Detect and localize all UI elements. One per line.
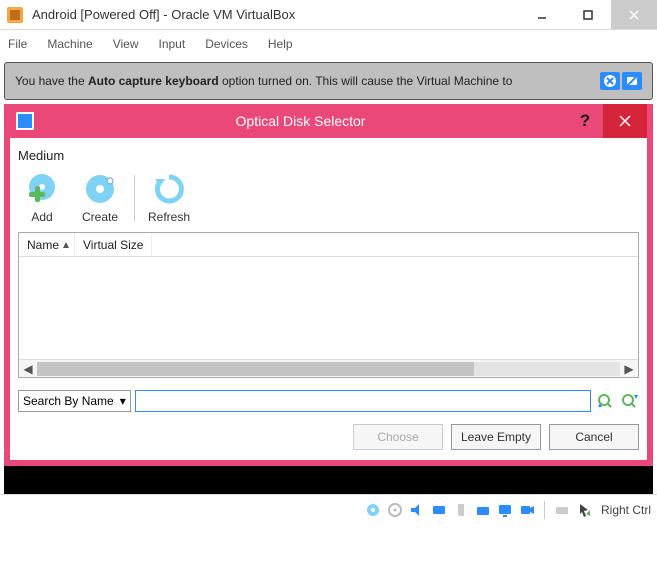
choose-button[interactable]: Choose (353, 424, 443, 450)
media-table-body (19, 257, 638, 359)
create-disk-icon (82, 171, 118, 207)
add-button[interactable]: Add (18, 171, 66, 224)
leave-empty-button[interactable]: Leave Empty (451, 424, 541, 450)
menu-help[interactable]: Help (268, 37, 293, 51)
mouse-capture-icon[interactable] (575, 501, 593, 519)
maximize-button[interactable] (565, 0, 611, 29)
horizontal-scrollbar[interactable]: ◀ ▶ (19, 359, 638, 377)
media-table[interactable]: Name Virtual Size ◀ ▶ (18, 232, 639, 378)
vm-display-area (4, 466, 653, 494)
menu-file[interactable]: File (8, 37, 27, 51)
dialog-close-button[interactable] (603, 104, 647, 138)
optical-disk-selector-dialog: Optical Disk Selector ? Medium Add Creat… (4, 104, 653, 466)
dialog-title: Optical Disk Selector (34, 113, 567, 129)
dialog-app-icon (16, 112, 34, 130)
menu-devices[interactable]: Devices (205, 37, 248, 51)
search-input[interactable] (135, 390, 591, 412)
menubar: File Machine View Input Devices Help (0, 30, 657, 58)
usb-icon[interactable] (452, 501, 470, 519)
menu-input[interactable]: Input (159, 37, 186, 51)
toolbar-separator (134, 175, 135, 221)
create-button[interactable]: Create (76, 171, 124, 224)
column-header-name[interactable]: Name (19, 233, 75, 256)
notification-suppress-icon[interactable] (622, 72, 642, 90)
add-button-label: Add (31, 210, 52, 224)
add-disk-icon (24, 171, 60, 207)
statusbar: Right Ctrl (0, 494, 657, 524)
refresh-icon (151, 171, 187, 207)
optical-disk-icon[interactable] (386, 501, 404, 519)
notification-dismiss-icon[interactable] (600, 72, 620, 90)
dialog-help-button[interactable]: ? (567, 111, 603, 131)
keyboard-capture-icon[interactable] (553, 501, 571, 519)
create-button-label: Create (82, 210, 118, 224)
notification-text-prefix: You have the (15, 74, 88, 88)
column-header-virtual-size[interactable]: Virtual Size (75, 233, 152, 256)
host-key-label: Right Ctrl (601, 503, 651, 517)
recording-icon[interactable] (518, 501, 536, 519)
dialog-toolbar: Add Create Refresh (18, 169, 639, 232)
virtualbox-app-icon (6, 6, 24, 24)
keyboard-capture-notification: You have the Auto capture keyboard optio… (4, 62, 653, 100)
statusbar-separator (544, 501, 545, 519)
search-next-icon[interactable] (619, 391, 639, 411)
notification-text-suffix: option turned on. This will cause the Vi… (219, 74, 513, 88)
main-close-button[interactable] (611, 0, 657, 29)
menu-view[interactable]: View (113, 37, 139, 51)
search-previous-icon[interactable] (595, 391, 615, 411)
main-window-title: Android [Powered Off] - Oracle VM Virtua… (32, 7, 519, 22)
scroll-right-arrow[interactable]: ▶ (620, 362, 638, 376)
menu-machine[interactable]: Machine (47, 37, 92, 51)
main-titlebar: Android [Powered Off] - Oracle VM Virtua… (0, 0, 657, 30)
scroll-left-arrow[interactable]: ◀ (19, 362, 37, 376)
refresh-button[interactable]: Refresh (145, 171, 193, 224)
sort-indicator-icon (62, 241, 70, 249)
cancel-button[interactable]: Cancel (549, 424, 639, 450)
search-mode-select[interactable]: Search By Name ▾ (18, 390, 131, 412)
refresh-button-label: Refresh (148, 210, 190, 224)
display-icon[interactable] (496, 501, 514, 519)
chevron-down-icon: ▾ (120, 394, 126, 408)
network-icon[interactable] (430, 501, 448, 519)
dialog-titlebar: Optical Disk Selector ? (10, 104, 647, 138)
hard-disk-icon[interactable] (364, 501, 382, 519)
audio-icon[interactable] (408, 501, 426, 519)
search-mode-value: Search By Name (23, 394, 114, 408)
notification-text-bold: Auto capture keyboard (88, 74, 219, 88)
minimize-button[interactable] (519, 0, 565, 29)
medium-label: Medium (18, 148, 639, 163)
shared-folders-icon[interactable] (474, 501, 492, 519)
